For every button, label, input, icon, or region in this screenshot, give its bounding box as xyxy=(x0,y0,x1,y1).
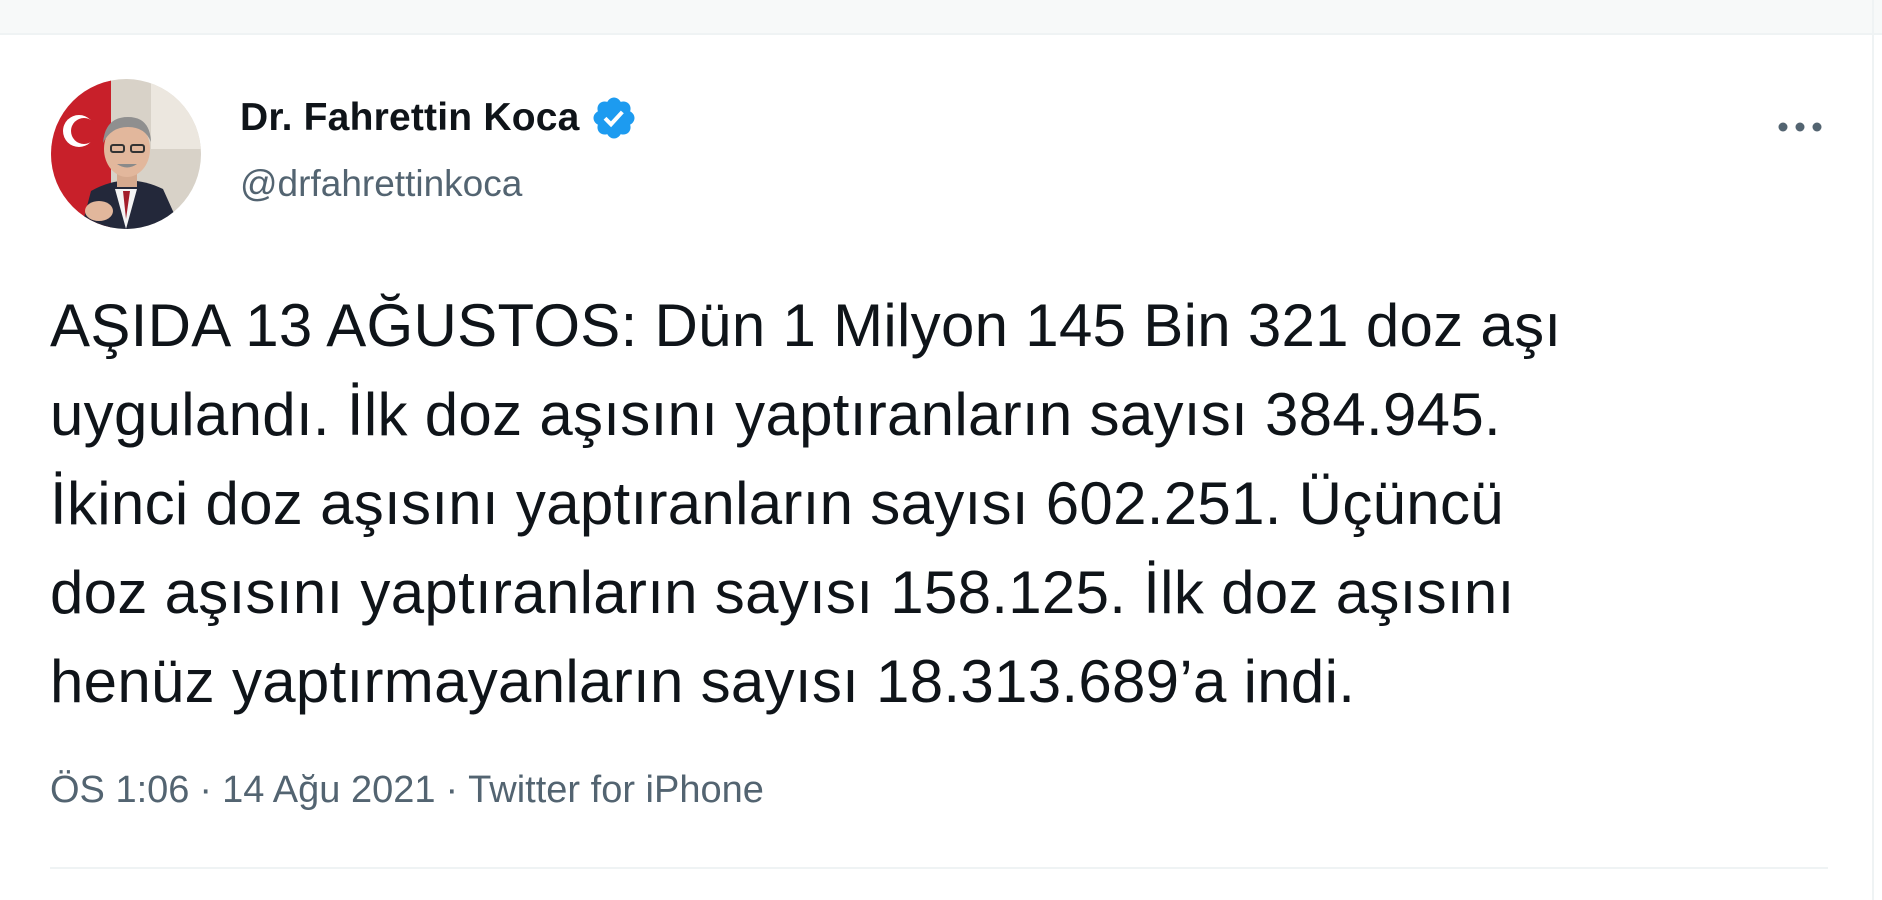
tweet-date[interactable]: 14 Ağu 2021 xyxy=(222,769,435,812)
meta-separator: · xyxy=(199,768,213,811)
tweet-meta: ÖS 1:06 · 14 Ağu 2021 · Twitter for iPho… xyxy=(50,765,764,815)
tweet-source[interactable]: Twitter for iPhone xyxy=(468,769,764,812)
right-divider xyxy=(1872,0,1874,900)
tweet-card: Dr. Fahrettin Koca @drfahrettinkoca AŞID… xyxy=(0,35,1872,900)
verified-badge-icon xyxy=(590,94,638,142)
meta-separator: · xyxy=(445,768,459,811)
more-dots-icon xyxy=(1778,122,1822,132)
author-display-name[interactable]: Dr. Fahrettin Koca xyxy=(240,96,580,140)
bottom-divider xyxy=(50,867,1828,869)
top-strip xyxy=(0,0,1882,34)
author-name-row: Dr. Fahrettin Koca xyxy=(240,93,638,143)
more-options-button[interactable] xyxy=(1770,105,1830,149)
avatar-image xyxy=(51,79,201,229)
author-handle[interactable]: @drfahrettinkoca xyxy=(240,163,522,205)
author-avatar[interactable] xyxy=(51,79,201,229)
tweet-time[interactable]: ÖS 1:06 xyxy=(50,769,189,812)
tweet-body-text: AŞIDA 13 AĞUSTOS: Dün 1 Milyon 145 Bin 3… xyxy=(50,292,1562,715)
